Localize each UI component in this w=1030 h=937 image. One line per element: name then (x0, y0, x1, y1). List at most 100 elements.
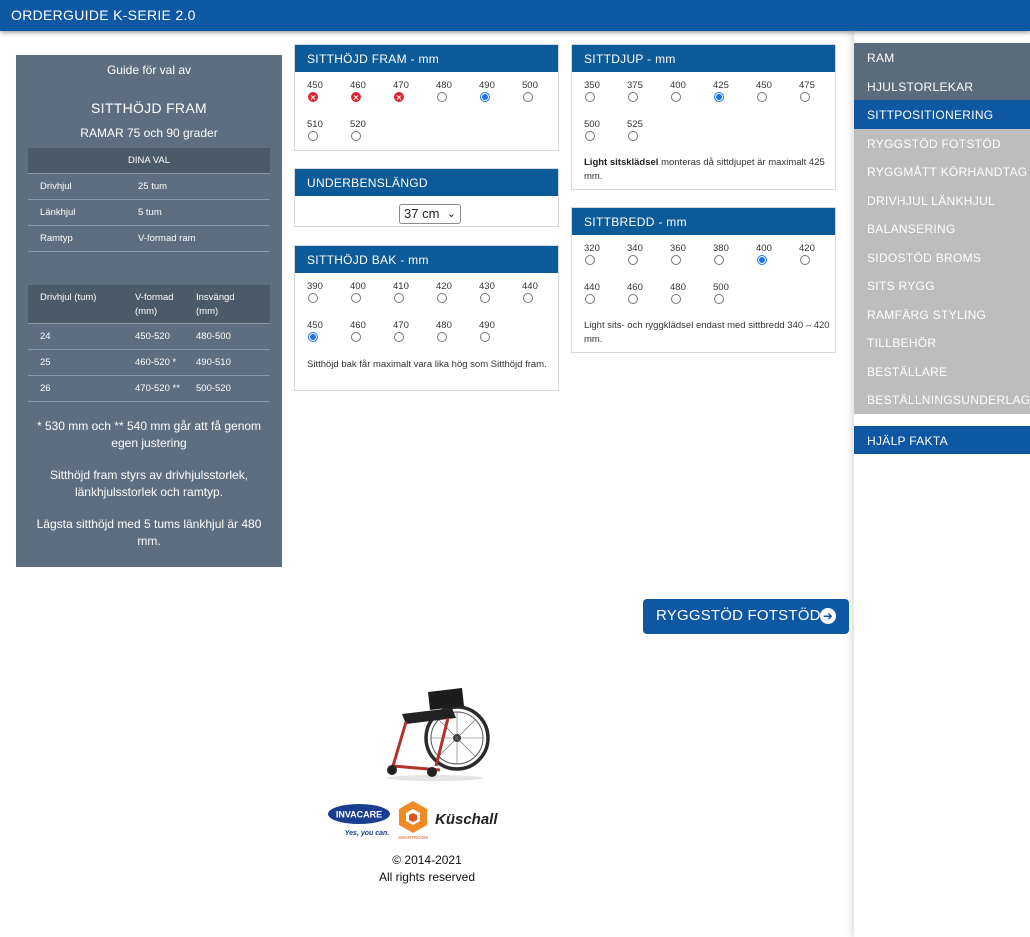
option-label: 480 (436, 80, 452, 91)
option-sittdjup-475[interactable]: 475 (799, 80, 829, 102)
column-header: Drivhjul (tum) (28, 285, 123, 324)
option-sitthojd_bak-480[interactable]: 480 (436, 320, 466, 342)
radio-button[interactable] (585, 255, 595, 265)
option-sittbredd-500[interactable]: 500 (713, 282, 743, 304)
radio-button[interactable] (394, 332, 404, 342)
radio-button[interactable] (714, 255, 724, 265)
option-sittbredd-340[interactable]: 340 (627, 243, 657, 265)
radio-button[interactable] (714, 92, 724, 102)
radio-button[interactable] (714, 294, 724, 304)
radio-button[interactable] (351, 332, 361, 342)
choice-value: 5 tum (126, 199, 270, 226)
radio-button[interactable] (628, 92, 638, 102)
table-row: Länkhjul 5 tum (28, 199, 270, 226)
nav-item-drivhjul-länkhjul[interactable]: DRIVHJUL LÄNKHJUL (854, 185, 1030, 214)
nav-item-ryggmått-körhandtag[interactable]: RYGGMÅTT KÖRHANDTAG (854, 157, 1030, 186)
radio-button[interactable] (437, 293, 447, 303)
option-sitthojd_bak-450[interactable]: 450 (307, 320, 337, 342)
option-sitthojd_fram-470: 470 (393, 80, 423, 102)
option-sittbredd-440[interactable]: 440 (584, 282, 614, 304)
seat-width-note: Light sits- och ryggklädsel endast med s… (584, 320, 830, 345)
option-sittbredd-400[interactable]: 400 (756, 243, 786, 265)
option-sitthojd_bak-430[interactable]: 430 (479, 281, 509, 303)
nav-item-ryggstöd-fotstöd[interactable]: RYGGSTÖD FOTSTÖD (854, 128, 1030, 157)
nav-item-tillbehör[interactable]: TILLBEHÖR (854, 328, 1030, 357)
radio-button[interactable] (437, 332, 447, 342)
seat-depth-note: Light sitsklädsel monteras då sittdjupet… (584, 156, 829, 184)
radio-button[interactable] (523, 293, 533, 303)
nav-item-beställare[interactable]: BESTÄLLARE (854, 356, 1030, 385)
radio-button[interactable] (585, 294, 595, 304)
radio-button[interactable] (351, 293, 361, 303)
option-sittbredd-420[interactable]: 420 (799, 243, 829, 265)
option-sitthojd_bak-400[interactable]: 400 (350, 281, 380, 303)
radio-button[interactable] (585, 92, 595, 102)
lower-leg-length-select[interactable]: 37 cm ⌄ (399, 204, 461, 224)
radio-button[interactable] (351, 131, 361, 141)
nav-item-sittpositionering[interactable]: SITTPOSITIONERING (854, 100, 1030, 129)
option-sittbredd-460[interactable]: 460 (627, 282, 657, 304)
option-sitthojd_fram-500[interactable]: 500 (522, 80, 552, 102)
radio-button[interactable] (308, 131, 318, 141)
radio-button[interactable] (757, 92, 767, 102)
radio-button[interactable] (800, 92, 810, 102)
radio-button[interactable] (308, 293, 318, 303)
option-sittdjup-525[interactable]: 525 (627, 119, 657, 141)
nav-item-ram[interactable]: RAM (854, 43, 1030, 72)
nav-item-help[interactable]: HJÄLP FAKTA (854, 425, 1030, 454)
option-sittbredd-480[interactable]: 480 (670, 282, 700, 304)
radio-button[interactable] (628, 131, 638, 141)
invacare-tagline: Yes, you can. (345, 830, 390, 837)
radio-button[interactable] (437, 92, 447, 102)
option-sittdjup-450[interactable]: 450 (756, 80, 786, 102)
option-sitthojd_fram-490[interactable]: 490 (479, 80, 509, 102)
option-sittdjup-500[interactable]: 500 (584, 119, 614, 141)
choice-label: Ramtyp (28, 225, 126, 252)
option-sittbredd-360[interactable]: 360 (670, 243, 700, 265)
option-sitthojd_bak-490[interactable]: 490 (479, 320, 509, 342)
nav-item-sidostöd-broms[interactable]: SIDOSTÖD BROMS (854, 242, 1030, 271)
invacare-logo-text: INVACARE (336, 810, 382, 820)
radio-button[interactable] (800, 255, 810, 265)
nav-item-balansering[interactable]: BALANSERING (854, 214, 1030, 243)
option-sittdjup-400[interactable]: 400 (670, 80, 700, 102)
option-sitthojd_fram-510[interactable]: 510 (307, 119, 337, 141)
radio-button[interactable] (628, 255, 638, 265)
option-sittdjup-375[interactable]: 375 (627, 80, 657, 102)
option-sitthojd_fram-480[interactable]: 480 (436, 80, 466, 102)
radio-button[interactable] (628, 294, 638, 304)
option-sitthojd_bak-460[interactable]: 460 (350, 320, 380, 342)
radio-button[interactable] (480, 92, 490, 102)
radio-button[interactable] (523, 92, 533, 102)
option-sittdjup-350[interactable]: 350 (584, 80, 614, 102)
option-sitthojd_fram-520[interactable]: 520 (350, 119, 380, 141)
radio-button[interactable] (585, 131, 595, 141)
radio-button[interactable] (671, 294, 681, 304)
option-label: 450 (307, 80, 323, 91)
radio-button[interactable] (394, 293, 404, 303)
nav-item-sits-rygg[interactable]: SITS RYGG (854, 271, 1030, 300)
radio-button[interactable] (671, 92, 681, 102)
option-sitthojd_bak-420[interactable]: 420 (436, 281, 466, 303)
option-label: 475 (799, 80, 815, 91)
radio-button[interactable] (480, 332, 490, 342)
nav-item-hjulstorlekar[interactable]: HJULSTORLEKAR (854, 71, 1030, 100)
lower-leg-length-title: UNDERBENSLÄNGD (295, 169, 558, 196)
option-sitthojd_bak-440[interactable]: 440 (522, 281, 552, 303)
guide-note-controls: Sitthöjd fram styrs av drivhjulsstorlek,… (49, 468, 249, 499)
option-sitthojd_bak-390[interactable]: 390 (307, 281, 337, 303)
nav-item-ramfärg-styling[interactable]: RAMFÄRG STYLING (854, 299, 1030, 328)
option-sittbredd-320[interactable]: 320 (584, 243, 614, 265)
rights-text: All rights reserved (378, 870, 476, 884)
option-sittdjup-425[interactable]: 425 (713, 80, 743, 102)
radio-button[interactable] (757, 255, 767, 265)
option-label: 500 (713, 282, 729, 293)
option-sitthojd_bak-470[interactable]: 470 (393, 320, 423, 342)
nav-item-beställningsunderlag[interactable]: BESTÄLLNINGSUNDERLAG (854, 385, 1030, 414)
radio-button[interactable] (308, 332, 318, 342)
option-sittbredd-380[interactable]: 380 (713, 243, 743, 265)
radio-button[interactable] (671, 255, 681, 265)
radio-button[interactable] (480, 293, 490, 303)
next-step-button[interactable]: RYGGSTÖD FOTSTÖD ➜ (643, 599, 849, 634)
option-sitthojd_bak-410[interactable]: 410 (393, 281, 423, 303)
